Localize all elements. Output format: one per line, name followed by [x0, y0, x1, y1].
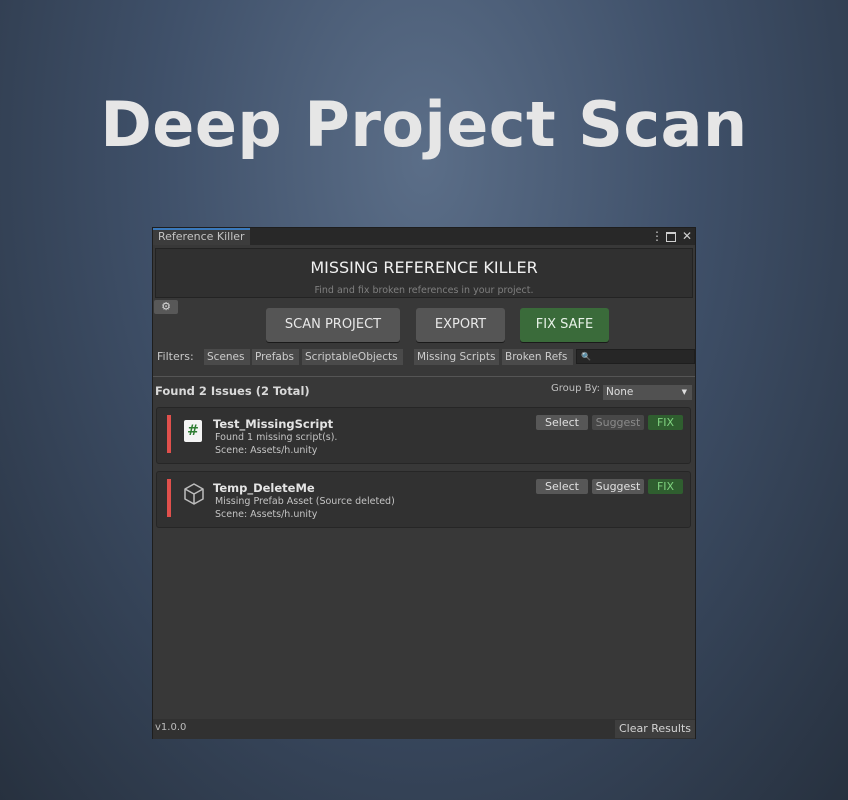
script-icon: #	[184, 420, 202, 442]
scan-project-button[interactable]: SCAN PROJECT	[266, 308, 400, 342]
severity-indicator	[167, 415, 171, 453]
suggest-button[interactable]: Suggest	[592, 479, 644, 494]
filter-scriptableobjects-toggle[interactable]: ScriptableObjects	[302, 349, 403, 365]
footer-bar: v1.0.0 Clear Results	[153, 719, 695, 739]
header-subtitle: Find and fix broken references in your p…	[314, 285, 534, 296]
issue-description: Missing Prefab Asset (Source deleted)	[215, 496, 395, 507]
filter-prefabs-toggle[interactable]: Prefabs	[252, 349, 299, 365]
search-icon: 🔍	[581, 352, 591, 361]
filters-row: Filters: Scenes Prefabs ScriptableObject…	[153, 349, 695, 367]
issue-card: # Test_MissingScript Found 1 missing scr…	[156, 407, 691, 464]
maximize-icon[interactable]	[666, 232, 676, 242]
severity-indicator	[167, 479, 171, 517]
fix-safe-button[interactable]: FIX SAFE	[520, 308, 609, 342]
cube-icon	[184, 483, 204, 505]
filter-scenes-toggle[interactable]: Scenes	[204, 349, 250, 365]
group-by-dropdown[interactable]: None ▼	[603, 385, 692, 400]
filter-broken-refs-toggle[interactable]: Broken Refs	[502, 349, 573, 365]
results-summary: Found 2 Issues (2 Total)	[155, 384, 310, 398]
search-input[interactable]: 🔍	[576, 349, 695, 364]
divider	[153, 376, 695, 377]
issue-name: Test_MissingScript	[213, 417, 334, 431]
filter-missing-scripts-toggle[interactable]: Missing Scripts	[414, 349, 499, 365]
filters-label: Filters:	[157, 350, 194, 363]
close-icon[interactable]: ✕	[682, 228, 692, 245]
issue-name: Temp_DeleteMe	[213, 481, 315, 495]
clear-results-button[interactable]: Clear Results	[615, 720, 695, 738]
group-by-label: Group By:	[551, 383, 601, 394]
header-panel: MISSING REFERENCE KILLER Find and fix br…	[155, 248, 693, 298]
select-button[interactable]: Select	[536, 479, 588, 494]
export-button[interactable]: EXPORT	[416, 308, 505, 342]
issue-path: Scene: Assets/h.unity	[215, 445, 318, 456]
settings-button[interactable]: ⚙	[154, 300, 178, 314]
window-titlebar: Reference Killer ⋮ ✕	[153, 228, 695, 245]
group-by-value: None	[606, 386, 634, 398]
fix-button[interactable]: FIX	[648, 415, 683, 430]
suggest-button[interactable]: Suggest	[592, 415, 644, 430]
issue-description: Found 1 missing script(s).	[215, 432, 338, 443]
select-button[interactable]: Select	[536, 415, 588, 430]
window-tab[interactable]: Reference Killer	[153, 228, 250, 245]
version-label: v1.0.0	[155, 722, 187, 733]
gear-icon: ⚙	[161, 300, 171, 313]
chevron-down-icon: ▼	[681, 388, 687, 396]
reference-killer-window: Reference Killer ⋮ ✕ MISSING REFERENCE K…	[152, 227, 696, 739]
issue-path: Scene: Assets/h.unity	[215, 509, 318, 520]
hero-title: Deep Project Scan	[100, 88, 748, 161]
header-title: MISSING REFERENCE KILLER	[310, 258, 538, 277]
more-menu-icon[interactable]: ⋮	[651, 228, 663, 245]
fix-button[interactable]: FIX	[648, 479, 683, 494]
issue-card: Temp_DeleteMe Missing Prefab Asset (Sour…	[156, 471, 691, 528]
